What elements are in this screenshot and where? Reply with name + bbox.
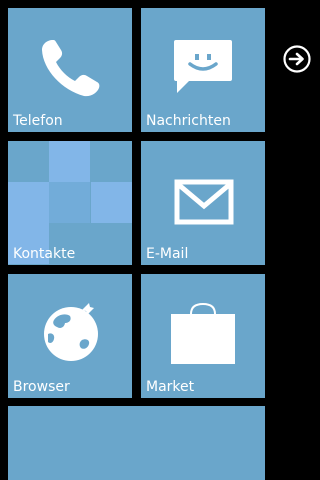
tile-browser[interactable]: Browser <box>8 274 132 398</box>
tile-market[interactable]: Market <box>141 274 265 398</box>
shopping-bag-icon <box>171 302 235 364</box>
tile-contacts-label: Kontakte <box>13 246 76 262</box>
globe-icon <box>44 303 98 361</box>
tile-phone[interactable]: Telefon <box>8 8 132 132</box>
tile-email-label: E-Mail <box>146 246 189 262</box>
arrow-right-circle-icon[interactable] <box>282 44 312 74</box>
message-icon <box>174 40 232 93</box>
tile-messages-label: Nachrichten <box>146 113 231 129</box>
tile-wide-bottom[interactable] <box>8 406 265 480</box>
tile-phone-label: Telefon <box>13 113 63 129</box>
contacts-mosaic-cell <box>8 182 49 223</box>
tile-browser-label: Browser <box>13 379 70 395</box>
tile-contacts[interactable]: Kontakte <box>8 141 132 265</box>
phone-icon <box>42 40 100 97</box>
contacts-mosaic-cell <box>49 182 90 223</box>
contacts-mosaic-cell <box>91 182 132 223</box>
mail-icon <box>174 179 234 225</box>
tile-messages[interactable]: Nachrichten <box>141 8 265 132</box>
tile-email[interactable]: E-Mail <box>141 141 265 265</box>
contacts-mosaic-cell <box>49 141 90 182</box>
tile-market-label: Market <box>146 379 195 395</box>
